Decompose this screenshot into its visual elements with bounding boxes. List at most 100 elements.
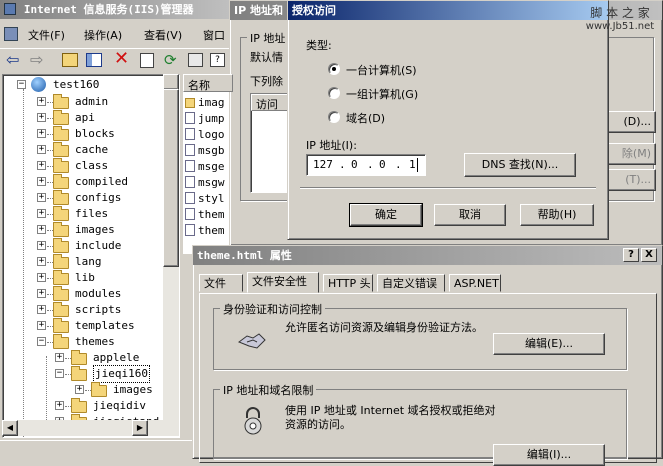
- list-item[interactable]: them: [185, 222, 225, 239]
- radio-domain-name-label[interactable]: 域名(D): [346, 110, 385, 126]
- tree-item-label: blocks: [75, 127, 115, 140]
- expand-icon[interactable]: +: [37, 273, 46, 282]
- back-arrow-icon[interactable]: ⇦: [6, 52, 19, 68]
- expand-icon[interactable]: +: [37, 129, 46, 138]
- expand-icon[interactable]: +: [55, 353, 64, 362]
- tab-custom-errors[interactable]: 自定义错误: [377, 274, 445, 292]
- ip-restriction-edit-button[interactable]: 编辑(I)...: [493, 444, 605, 466]
- ip-edit-button[interactable]: (T)...: [606, 169, 656, 191]
- text-cursor: [417, 158, 418, 172]
- radio-domain-name[interactable]: [328, 111, 340, 123]
- expand-icon[interactable]: +: [55, 401, 64, 410]
- radio-single-computer-label[interactable]: 一台计算机(S): [346, 62, 417, 78]
- expand-icon[interactable]: +: [37, 145, 46, 154]
- list-item[interactable]: imag: [185, 94, 225, 111]
- export-icon[interactable]: [188, 53, 203, 67]
- watermark-line1: 脚 本 之 家: [590, 6, 650, 20]
- lock-icon: [241, 406, 265, 436]
- expand-icon[interactable]: +: [37, 241, 46, 250]
- expand-icon[interactable]: +: [37, 209, 46, 218]
- tab-file[interactable]: 文件: [199, 274, 243, 292]
- expand-icon[interactable]: +: [37, 289, 46, 298]
- radio-computer-group-label[interactable]: 一组计算机(G): [346, 86, 418, 102]
- tree-hscrollbar[interactable]: ◀ ▶: [2, 420, 179, 436]
- file-icon: [185, 224, 195, 236]
- tab-http-headers[interactable]: HTTP 头: [323, 274, 373, 292]
- expand-icon[interactable]: +: [37, 321, 46, 330]
- ip-address-input[interactable]: 127 . 0 . 0 . 1: [306, 154, 426, 176]
- props-help-button[interactable]: ?: [623, 248, 639, 262]
- forward-arrow-icon[interactable]: ⇨: [30, 52, 43, 68]
- tab-aspnet[interactable]: ASP.NET: [449, 274, 501, 292]
- ip-octet-2[interactable]: 0: [351, 158, 358, 171]
- expand-icon[interactable]: +: [37, 257, 46, 266]
- list-item-label: jump: [198, 112, 225, 125]
- auth-description: 允许匿名访问资源及编辑身份验证方法。: [285, 321, 483, 334]
- list-item[interactable]: them: [185, 206, 225, 223]
- folder-icon: [185, 98, 195, 108]
- ip-dot-3: .: [395, 158, 402, 171]
- ip-access-list[interactable]: 访问: [250, 93, 290, 193]
- props-tabs: 文件 文件安全性 HTTP 头 自定义错误 ASP.NET: [199, 272, 659, 294]
- props-title-bar[interactable]: theme.html 属性: [193, 246, 662, 265]
- list-item[interactable]: logo: [185, 126, 225, 143]
- menu-view[interactable]: 查看(V): [144, 27, 182, 43]
- help-icon[interactable]: ?: [210, 53, 225, 67]
- ok-button[interactable]: 确定: [349, 203, 423, 227]
- ip-add-button[interactable]: (D)...: [606, 111, 656, 133]
- list-item[interactable]: jump: [185, 110, 225, 127]
- expand-icon[interactable]: +: [37, 193, 46, 202]
- collapse-icon[interactable]: −: [55, 369, 64, 378]
- expand-icon[interactable]: +: [37, 305, 46, 314]
- grant-dialog-title: 授权访问: [292, 4, 336, 17]
- radio-computer-group[interactable]: [328, 87, 340, 99]
- folder-icon: [53, 334, 69, 349]
- radio-single-computer[interactable]: [328, 63, 340, 75]
- expand-icon[interactable]: +: [75, 385, 84, 394]
- auth-edit-button[interactable]: 编辑(E)...: [493, 333, 605, 355]
- iis-title-bar[interactable]: Internet 信息服务(IIS)管理器: [0, 0, 232, 19]
- dns-lookup-button[interactable]: DNS 查找(N)...: [464, 153, 576, 177]
- show-tree-icon[interactable]: [86, 53, 102, 67]
- list-item[interactable]: msge: [185, 158, 225, 175]
- collapse-icon[interactable]: −: [37, 337, 46, 346]
- folder-icon: [53, 254, 69, 269]
- expand-icon[interactable]: +: [37, 97, 46, 106]
- file-list[interactable]: imag jump logo msgb msge msgw styl them them: [183, 74, 233, 254]
- ip-octet-1[interactable]: 127: [313, 158, 333, 171]
- cancel-button[interactable]: 取消: [434, 204, 506, 226]
- list-item[interactable]: msgb: [185, 142, 225, 159]
- properties-icon[interactable]: [140, 53, 154, 68]
- help-button[interactable]: 帮助(H): [520, 204, 594, 226]
- ip-octet-3[interactable]: 0: [379, 158, 386, 171]
- file-icon: [185, 160, 195, 172]
- tab-file-security[interactable]: 文件安全性: [247, 272, 319, 293]
- expand-icon[interactable]: +: [37, 113, 46, 122]
- folder-icon: [53, 126, 69, 141]
- delete-icon[interactable]: ✕: [114, 50, 129, 68]
- handshake-icon: [237, 328, 267, 352]
- expand-icon[interactable]: +: [37, 225, 46, 234]
- tree-vscrollbar[interactable]: [163, 74, 179, 436]
- expand-icon[interactable]: +: [37, 161, 46, 170]
- list-item[interactable]: styl: [185, 190, 225, 207]
- ip-access-header[interactable]: 访问: [251, 94, 289, 111]
- props-close-button[interactable]: X: [641, 248, 657, 262]
- up-folder-icon[interactable]: [62, 53, 78, 67]
- folder-icon: [53, 158, 69, 173]
- ip-octet-4[interactable]: 1: [409, 158, 416, 171]
- expand-icon[interactable]: +: [37, 177, 46, 186]
- site-tree[interactable]: − test160 + admin + api + blocks + cache + class +…: [2, 74, 180, 438]
- tree-item-label: images: [113, 383, 153, 396]
- ip-restriction-description: 使用 IP 地址或 Internet 域名授权或拒绝对资源的访问。: [285, 404, 496, 431]
- menu-file[interactable]: 文件(F): [28, 27, 65, 43]
- ip-remove-button[interactable]: 除(M): [606, 143, 656, 165]
- grant-dialog-title-bar[interactable]: 授权访问: [288, 1, 608, 20]
- menu-window[interactable]: 窗口: [203, 27, 225, 43]
- collapse-icon[interactable]: −: [17, 80, 26, 89]
- list-item-label: styl: [198, 192, 225, 205]
- refresh-icon[interactable]: ⟳: [164, 51, 177, 69]
- list-header[interactable]: 名称: [183, 74, 233, 92]
- list-item[interactable]: msgw: [185, 174, 225, 191]
- menu-action[interactable]: 操作(A): [84, 27, 122, 43]
